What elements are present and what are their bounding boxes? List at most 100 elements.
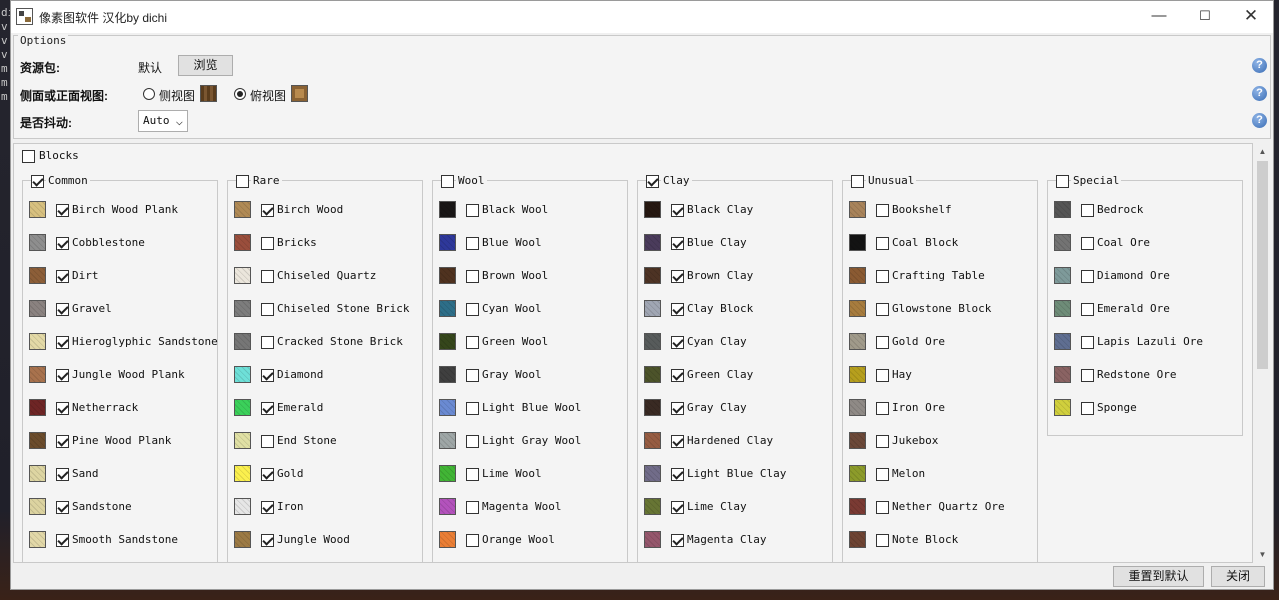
block-item-blue-clay[interactable]: Blue Clay	[644, 234, 830, 254]
dither-select[interactable]: Auto ⌵	[138, 110, 188, 132]
block-checkbox[interactable]	[56, 435, 69, 448]
block-item-coal-block[interactable]: Coal Block	[849, 234, 1035, 254]
block-item-light-gray-wool[interactable]: Light Gray Wool	[439, 432, 625, 452]
block-checkbox[interactable]	[876, 468, 889, 481]
block-item-black-wool[interactable]: Black Wool	[439, 201, 625, 221]
block-checkbox[interactable]	[876, 303, 889, 316]
block-item-sand[interactable]: Sand	[29, 465, 215, 485]
minimize-button[interactable]: —	[1136, 1, 1182, 33]
block-item-blue-wool[interactable]: Blue Wool	[439, 234, 625, 254]
block-item-iron[interactable]: Iron	[234, 498, 420, 518]
block-checkbox[interactable]	[466, 402, 479, 415]
block-item-brown-wool[interactable]: Brown Wool	[439, 267, 625, 287]
block-checkbox[interactable]	[671, 237, 684, 250]
close-window-button[interactable]: ✕	[1228, 1, 1274, 33]
block-checkbox[interactable]	[466, 468, 479, 481]
block-item-cracked-stone-brick[interactable]: Cracked Stone Brick	[234, 333, 420, 353]
block-item-green-clay[interactable]: Green Clay	[644, 366, 830, 386]
scroll-up-icon[interactable]: ▲	[1254, 143, 1271, 160]
block-item-gray-clay[interactable]: Gray Clay	[644, 399, 830, 419]
block-item-crafting-table[interactable]: Crafting Table	[849, 267, 1035, 287]
block-item-magenta-clay[interactable]: Magenta Clay	[644, 531, 830, 551]
block-item-emerald[interactable]: Emerald	[234, 399, 420, 419]
blocks-scrollbar[interactable]: ▲ ▼	[1254, 143, 1271, 563]
block-item-hay[interactable]: Hay	[849, 366, 1035, 386]
help-icon-resource-pack[interactable]: ?	[1252, 58, 1267, 73]
block-checkbox[interactable]	[261, 369, 274, 382]
block-checkbox[interactable]	[56, 402, 69, 415]
block-checkbox[interactable]	[671, 303, 684, 316]
block-checkbox[interactable]	[876, 534, 889, 547]
block-item-end-stone[interactable]: End Stone	[234, 432, 420, 452]
block-checkbox[interactable]	[56, 303, 69, 316]
block-item-emerald-ore[interactable]: Emerald Ore	[1054, 300, 1240, 320]
block-item-gravel[interactable]: Gravel	[29, 300, 215, 320]
block-item-gray-wool[interactable]: Gray Wool	[439, 366, 625, 386]
blocks-all-checkbox[interactable]	[22, 150, 35, 163]
block-checkbox[interactable]	[466, 534, 479, 547]
block-item-bedrock[interactable]: Bedrock	[1054, 201, 1240, 221]
block-item-sponge[interactable]: Sponge	[1054, 399, 1240, 419]
help-icon-view[interactable]: ?	[1252, 86, 1267, 101]
block-item-jukebox[interactable]: Jukebox	[849, 432, 1035, 452]
block-checkbox[interactable]	[56, 468, 69, 481]
block-checkbox[interactable]	[56, 369, 69, 382]
scroll-down-icon[interactable]: ▼	[1254, 546, 1271, 563]
block-checkbox[interactable]	[876, 336, 889, 349]
block-item-brown-clay[interactable]: Brown Clay	[644, 267, 830, 287]
block-item-lapis-lazuli-ore[interactable]: Lapis Lazuli Ore	[1054, 333, 1240, 353]
block-item-orange-wool[interactable]: Orange Wool	[439, 531, 625, 551]
block-item-clay-block[interactable]: Clay Block	[644, 300, 830, 320]
block-checkbox[interactable]	[261, 303, 274, 316]
group-wool-checkbox[interactable]	[441, 175, 454, 188]
block-item-jungle-wood[interactable]: Jungle Wood	[234, 531, 420, 551]
block-checkbox[interactable]	[466, 237, 479, 250]
block-checkbox[interactable]	[671, 369, 684, 382]
block-checkbox[interactable]	[56, 270, 69, 283]
block-item-jungle-wood-plank[interactable]: Jungle Wood Plank	[29, 366, 215, 386]
block-item-black-clay[interactable]: Black Clay	[644, 201, 830, 221]
reset-defaults-button[interactable]: 重置到默认	[1113, 566, 1204, 587]
block-checkbox[interactable]	[1081, 270, 1094, 283]
block-checkbox[interactable]	[466, 270, 479, 283]
top-view-radio[interactable]	[234, 88, 246, 100]
block-item-melon[interactable]: Melon	[849, 465, 1035, 485]
block-checkbox[interactable]	[261, 204, 274, 217]
block-checkbox[interactable]	[876, 501, 889, 514]
block-item-sandstone[interactable]: Sandstone	[29, 498, 215, 518]
scroll-thumb[interactable]	[1257, 161, 1268, 369]
block-item-bricks[interactable]: Bricks	[234, 234, 420, 254]
block-checkbox[interactable]	[56, 204, 69, 217]
block-checkbox[interactable]	[56, 336, 69, 349]
block-checkbox[interactable]	[466, 336, 479, 349]
title-bar[interactable]: 像素图软件 汉化by dichi — ☐ ✕	[11, 1, 1273, 33]
help-icon-dither[interactable]: ?	[1252, 113, 1267, 128]
group-unusual-checkbox[interactable]	[851, 175, 864, 188]
block-checkbox[interactable]	[671, 336, 684, 349]
block-item-dirt[interactable]: Dirt	[29, 267, 215, 287]
block-item-cyan-clay[interactable]: Cyan Clay	[644, 333, 830, 353]
block-checkbox[interactable]	[466, 435, 479, 448]
block-checkbox[interactable]	[671, 435, 684, 448]
block-checkbox[interactable]	[671, 468, 684, 481]
block-checkbox[interactable]	[1081, 369, 1094, 382]
block-item-coal-ore[interactable]: Coal Ore	[1054, 234, 1240, 254]
block-item-chiseled-quartz[interactable]: Chiseled Quartz	[234, 267, 420, 287]
block-checkbox[interactable]	[876, 270, 889, 283]
block-checkbox[interactable]	[876, 435, 889, 448]
block-checkbox[interactable]	[671, 402, 684, 415]
block-item-lime-clay[interactable]: Lime Clay	[644, 498, 830, 518]
block-checkbox[interactable]	[466, 501, 479, 514]
block-checkbox[interactable]	[1081, 336, 1094, 349]
block-item-birch-wood-plank[interactable]: Birch Wood Plank	[29, 201, 215, 221]
block-item-gold-ore[interactable]: Gold Ore	[849, 333, 1035, 353]
block-checkbox[interactable]	[1081, 204, 1094, 217]
block-checkbox[interactable]	[671, 501, 684, 514]
block-item-hardened-clay[interactable]: Hardened Clay	[644, 432, 830, 452]
block-checkbox[interactable]	[261, 237, 274, 250]
block-checkbox[interactable]	[1081, 303, 1094, 316]
block-checkbox[interactable]	[671, 204, 684, 217]
block-item-iron-ore[interactable]: Iron Ore	[849, 399, 1035, 419]
block-checkbox[interactable]	[56, 534, 69, 547]
block-checkbox[interactable]	[261, 534, 274, 547]
